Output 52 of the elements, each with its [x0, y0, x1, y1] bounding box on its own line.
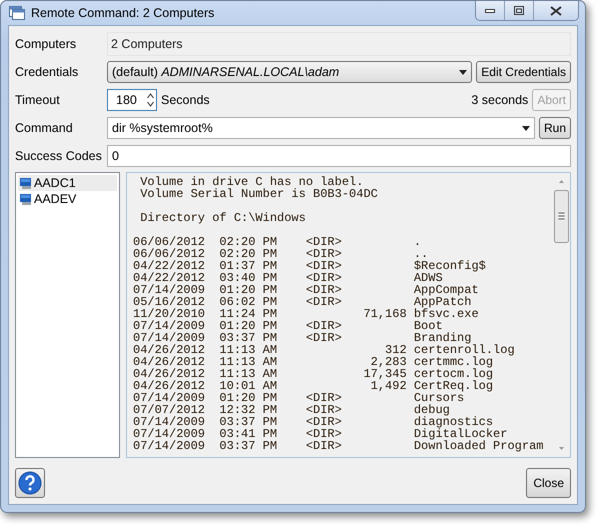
output-line: 07/14/2009 03:37 PM <DIR> Downloaded Program — [133, 440, 544, 452]
output-line: 07/14/2009 01:20 PM <DIR> AppCompat — [133, 284, 480, 296]
output-line: Volume Serial Number is B0B3-04DC — [139, 188, 379, 200]
minimize-icon — [485, 8, 495, 12]
output-line: Volume in drive C has no label. — [139, 176, 364, 188]
computer-list-item[interactable]: AADC1 — [18, 175, 117, 191]
seconds-label: Seconds — [161, 93, 210, 107]
credentials-dropdown[interactable]: (default) ADMINARSENAL.LOCAL\adam — [107, 61, 472, 83]
computers-label: Computers — [15, 37, 78, 51]
run-button[interactable]: Run — [538, 117, 571, 139]
close-icon — [550, 6, 562, 16]
maximize-icon — [514, 6, 524, 15]
window-icon — [9, 6, 25, 20]
close-button[interactable] — [534, 1, 578, 20]
output-line: 07/14/2009 03:41 PM <DIR> DigitalLocker — [133, 428, 508, 440]
output-line: 11/20/2010 11:24 PM 71,168 bfsvc.exe — [133, 308, 480, 320]
output-line: 04/26/2012 11:13 AM 312 certenroll.log — [133, 344, 516, 356]
output-line: 06/06/2012 02:20 PM <DIR> .. — [133, 248, 428, 260]
computer-icon — [20, 194, 32, 204]
maximize-button[interactable] — [505, 1, 534, 20]
help-button[interactable] — [15, 468, 45, 498]
output-line: 06/06/2012 02:20 PM <DIR> . — [133, 236, 422, 248]
output-line: 07/14/2009 01:20 PM <DIR> Boot — [133, 320, 443, 332]
output-line: 04/26/2012 11:13 AM 2,283 certmmc.log — [133, 356, 494, 368]
output-line: 04/26/2012 11:13 AM 17,345 certocm.log — [133, 368, 494, 380]
success-codes-field[interactable]: 0 — [107, 145, 571, 167]
output-line: 07/14/2009 03:37 PM <DIR> diagnostics — [133, 416, 494, 428]
output-line: 04/22/2012 01:37 PM <DIR> $Reconfig$ — [133, 260, 487, 272]
output-line: 07/14/2009 01:20 PM <DIR> Cursors — [133, 392, 464, 404]
output-line: 05/16/2012 06:02 PM <DIR> AppPatch — [133, 296, 472, 308]
command-label: Command — [15, 121, 74, 135]
command-field[interactable]: dir %systemroot% — [107, 117, 535, 139]
dropdown-caret-icon — [522, 126, 530, 130]
elapsed-time: 3 seconds — [471, 93, 528, 107]
minimize-button[interactable] — [476, 1, 505, 20]
computers-value: 2 Computers — [107, 32, 571, 56]
close-dialog-button[interactable]: Close — [526, 468, 571, 498]
output-line: 04/22/2012 03:40 PM <DIR> ADWS — [133, 272, 443, 284]
window-title: Remote Command: 2 Computers — [31, 6, 214, 20]
computer-list-item[interactable]: AADEV — [18, 191, 117, 207]
timeout-label: Timeout — [15, 93, 61, 107]
timeout-spinner[interactable]: 180 — [107, 89, 157, 111]
help-icon — [18, 471, 42, 495]
output-line: Directory of C:\Windows — [139, 212, 307, 224]
credentials-label: Credentials — [15, 65, 80, 79]
computer-icon — [20, 178, 32, 188]
dropdown-caret-icon — [459, 70, 468, 74]
success-codes-label: Success Codes — [15, 149, 103, 163]
output-line: 07/14/2009 03:37 PM <DIR> Branding — [133, 332, 472, 344]
edit-credentials-button[interactable]: Edit Credentials — [476, 61, 571, 83]
output-line: 04/26/2012 10:01 AM 1,492 CertReq.log — [133, 380, 494, 392]
output-line: 07/07/2012 12:32 PM <DIR> debug — [133, 404, 450, 416]
